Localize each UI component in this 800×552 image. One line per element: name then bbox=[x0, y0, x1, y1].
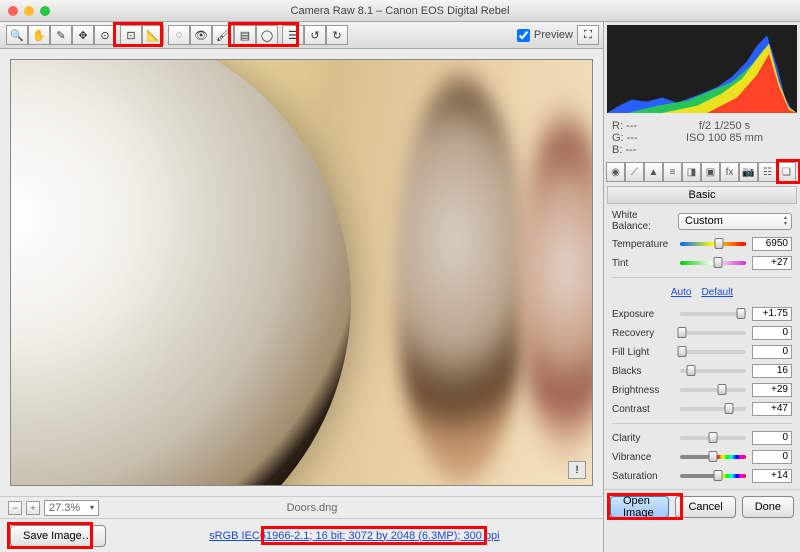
cancel-button[interactable]: Cancel bbox=[675, 496, 735, 518]
tab-detail-icon[interactable]: ▲ bbox=[644, 162, 663, 182]
window-controls bbox=[8, 6, 50, 16]
tab-presets-icon[interactable]: ☷ bbox=[758, 162, 777, 182]
open-image-button[interactable]: Open Image bbox=[610, 496, 669, 518]
panel-title: Basic bbox=[607, 186, 797, 204]
clarity-slider[interactable] bbox=[680, 436, 746, 440]
hand-tool-icon[interactable]: ✋ bbox=[28, 25, 50, 45]
crop-tool-icon[interactable]: ⊡ bbox=[120, 25, 142, 45]
workflow-options-link[interactable]: sRGB IEC61966-2.1; 16 bit; 3072 by 2048 … bbox=[116, 530, 593, 542]
window-title: Camera Raw 8.1 – Canon EOS Digital Rebel bbox=[0, 5, 800, 17]
contrast-slider[interactable] bbox=[680, 407, 746, 411]
brightness-value[interactable]: +29 bbox=[752, 383, 792, 397]
filllight-slider[interactable] bbox=[680, 350, 746, 354]
tab-fx-icon[interactable]: fx bbox=[720, 162, 739, 182]
adjustment-brush-icon[interactable]: 🖌 bbox=[212, 25, 234, 45]
histogram[interactable] bbox=[607, 25, 797, 113]
vibrance-value[interactable]: 0 bbox=[752, 450, 792, 464]
filllight-value[interactable]: 0 bbox=[752, 345, 792, 359]
clarity-value[interactable]: 0 bbox=[752, 431, 792, 445]
preview-checkbox[interactable] bbox=[517, 29, 530, 42]
exposure-value[interactable]: +1.75 bbox=[752, 307, 792, 321]
recovery-value[interactable]: 0 bbox=[752, 326, 792, 340]
vibrance-slider[interactable] bbox=[680, 455, 746, 459]
bottom-buttons: Save Image… sRGB IEC61966-2.1; 16 bit; 3… bbox=[0, 518, 603, 552]
brightness-slider[interactable] bbox=[680, 388, 746, 392]
temperature-value[interactable]: 6950 bbox=[752, 237, 792, 251]
auto-link[interactable]: Auto bbox=[671, 287, 692, 298]
saturation-slider[interactable] bbox=[680, 474, 746, 478]
exposure-slider[interactable] bbox=[680, 312, 746, 316]
blacks-value[interactable]: 16 bbox=[752, 364, 792, 378]
right-buttons: Open Image Cancel Done bbox=[604, 489, 800, 523]
image-metadata: R: --- G: --- B: --- f/2 1/250 s ISO 100… bbox=[604, 116, 800, 160]
tab-curve-icon[interactable]: ⟋ bbox=[625, 162, 644, 182]
rotate-cw-icon[interactable]: ↻ bbox=[326, 25, 348, 45]
blacks-slider[interactable] bbox=[680, 369, 746, 373]
panel-tabs: ◉ ⟋ ▲ ≡ ◨ ▣ fx 📷 ☷ ❏ bbox=[606, 162, 798, 184]
title-bar: Camera Raw 8.1 – Canon EOS Digital Rebel bbox=[0, 0, 800, 22]
wb-label: White Balance: bbox=[612, 210, 674, 232]
tab-camera-icon[interactable]: 📷 bbox=[739, 162, 758, 182]
fullscreen-toggle-icon[interactable]: ⛶ bbox=[577, 25, 599, 45]
rotate-ccw-icon[interactable]: ↺ bbox=[304, 25, 326, 45]
zoom-window[interactable] bbox=[40, 6, 50, 16]
preview-toggle[interactable]: Preview bbox=[517, 29, 573, 42]
image-canvas-area: ! bbox=[0, 49, 603, 496]
graduated-filter-icon[interactable]: ▤ bbox=[234, 25, 256, 45]
close-window[interactable] bbox=[8, 6, 18, 16]
zoom-level-select[interactable]: 27.3%▾ bbox=[44, 500, 99, 516]
recovery-slider[interactable] bbox=[680, 331, 746, 335]
zoom-tool-icon[interactable]: 🔍 bbox=[6, 25, 28, 45]
image-preview[interactable]: ! bbox=[10, 59, 593, 486]
color-sampler-icon[interactable]: ✥ bbox=[72, 25, 94, 45]
save-image-button[interactable]: Save Image… bbox=[10, 525, 106, 547]
tint-slider[interactable] bbox=[680, 261, 746, 265]
toolbar: 🔍 ✋ ✎ ✥ ⊙ ⊡ 📐 ◌ 👁 🖌 ▤ ◯ ☰ ↺ ↻ Preview ⛶ bbox=[0, 22, 603, 49]
zoom-out-button[interactable]: − bbox=[8, 501, 22, 515]
minimize-window[interactable] bbox=[24, 6, 34, 16]
radial-filter-icon[interactable]: ◯ bbox=[256, 25, 278, 45]
tab-basic-icon[interactable]: ◉ bbox=[606, 162, 625, 182]
tab-lens-icon[interactable]: ▣ bbox=[701, 162, 720, 182]
tab-split-icon[interactable]: ◨ bbox=[682, 162, 701, 182]
straighten-tool-icon[interactable]: 📐 bbox=[142, 25, 164, 45]
saturation-value[interactable]: +14 bbox=[752, 469, 792, 483]
status-row: − + 27.3%▾ Doors.dng bbox=[0, 496, 603, 518]
zoom-in-button[interactable]: + bbox=[26, 501, 40, 515]
contrast-value[interactable]: +47 bbox=[752, 402, 792, 416]
filename-label: Doors.dng bbox=[99, 502, 525, 514]
temperature-slider[interactable] bbox=[680, 242, 746, 246]
target-adjust-icon[interactable]: ⊙ bbox=[94, 25, 116, 45]
tab-hsl-icon[interactable]: ≡ bbox=[663, 162, 682, 182]
spot-removal-icon[interactable]: ◌ bbox=[168, 25, 190, 45]
tab-snapshots-icon[interactable]: ❏ bbox=[777, 162, 796, 182]
redeye-tool-icon[interactable]: 👁 bbox=[190, 25, 212, 45]
basic-panel: White Balance:Custom Temperature6950 Tin… bbox=[604, 204, 800, 489]
white-balance-select[interactable]: Custom bbox=[678, 213, 792, 230]
wb-eyedropper-icon[interactable]: ✎ bbox=[50, 25, 72, 45]
warning-icon[interactable]: ! bbox=[568, 461, 586, 479]
default-link[interactable]: Default bbox=[701, 287, 733, 298]
done-button[interactable]: Done bbox=[742, 496, 794, 518]
tint-value[interactable]: +27 bbox=[752, 256, 792, 270]
preferences-icon[interactable]: ☰ bbox=[282, 25, 304, 45]
